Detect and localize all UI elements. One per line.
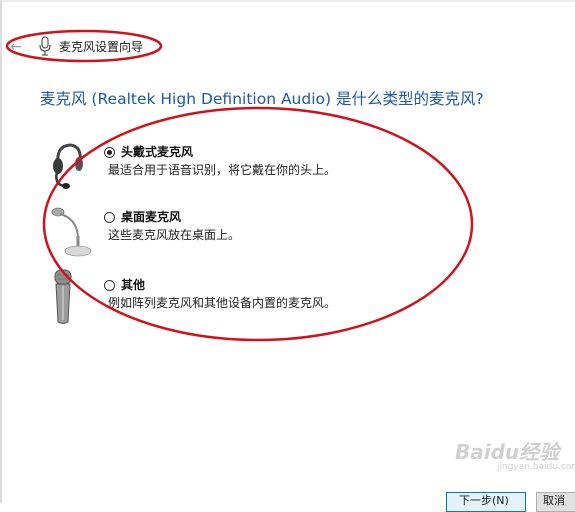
headset-microphone-icon <box>53 143 83 189</box>
page-question: 麦克风 (Realtek High Definition Audio) 是什么类… <box>40 90 484 108</box>
window-title: 麦克风设置向导 <box>59 40 144 54</box>
option-desktop-label: 桌面麦克风 <box>121 210 182 224</box>
window-left-edge <box>0 0 2 503</box>
back-arrow-icon: ← <box>10 39 22 55</box>
option-desktop-description: 这些麦克风放在桌面上。 <box>108 228 241 242</box>
radio-desktop[interactable] <box>104 212 115 223</box>
radio-other[interactable] <box>104 280 115 291</box>
handheld-microphone-icon <box>54 269 72 324</box>
watermark-brand: Baidu经验 <box>455 440 560 464</box>
baidu-watermark: Baidu经验 jingyan.baidu.com <box>455 440 575 478</box>
option-other-description: 例如阵列麦克风和其他设备内置的麦克风。 <box>108 296 337 310</box>
option-headset-label: 头戴式麦克风 <box>121 145 194 159</box>
wizard-header: ← 麦克风设置向导 <box>0 30 575 64</box>
window-top-edge <box>0 0 575 2</box>
option-other-label: 其他 <box>121 278 146 292</box>
watermark-url: jingyan.baidu.com <box>497 462 575 472</box>
radio-headset[interactable] <box>104 147 115 158</box>
cancel-button[interactable]: 取消 <box>536 492 575 512</box>
back-button[interactable]: ← <box>6 38 26 56</box>
next-button[interactable]: 下一步(N) <box>446 492 526 512</box>
wizard-footer: 下一步(N) 取消 <box>0 492 575 512</box>
microphone-icon <box>39 36 51 56</box>
option-headset-description: 最适合用于语音识别，将它戴在你的头上。 <box>108 163 337 177</box>
desktop-microphone-icon <box>51 207 92 257</box>
